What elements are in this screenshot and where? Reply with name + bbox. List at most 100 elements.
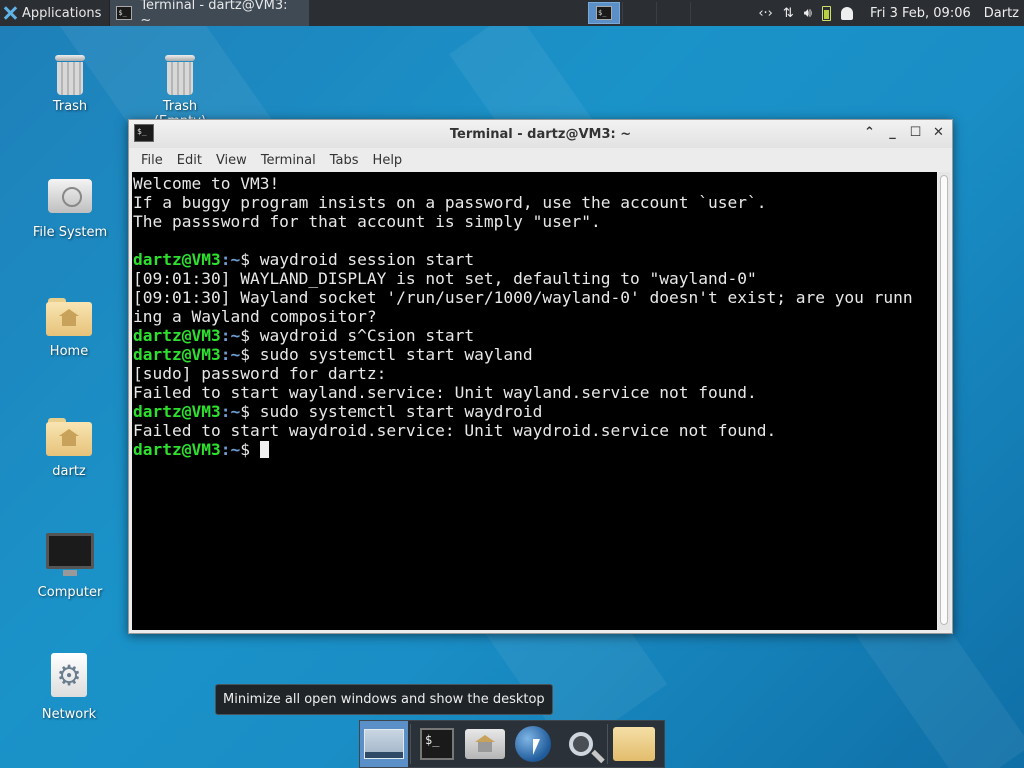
workspace-1-button[interactable]: $_ — [588, 2, 620, 24]
terminal-line: Failed to start wayland.service: Unit wa… — [133, 383, 757, 402]
dock-separator — [410, 724, 411, 764]
prompt-symbol: $ — [240, 326, 260, 345]
scrollbar-thumb[interactable] — [940, 175, 948, 625]
terminal-line: Welcome to VM3! — [133, 174, 280, 193]
desktop-icon-file-system[interactable]: File System — [25, 179, 115, 240]
terminal-scrollbar[interactable] — [938, 172, 950, 630]
applications-menu[interactable]: Applications — [0, 0, 107, 26]
terminal-window: $_ Terminal - dartz@VM3: ~ ⌃ _ ☐ ✕ File … — [128, 119, 953, 634]
prompt-path: :~ — [220, 345, 241, 364]
desktop-icon-home[interactable]: Home — [24, 298, 114, 359]
menu-help[interactable]: Help — [366, 153, 410, 168]
dock-folder-launcher[interactable] — [610, 721, 658, 767]
folder-icon — [613, 727, 655, 761]
applications-label: Applications — [22, 5, 102, 21]
menu-tabs[interactable]: Tabs — [323, 153, 366, 168]
desktop-icon-label: Computer — [37, 585, 103, 600]
command: sudo systemctl start wayland — [259, 345, 533, 364]
command: waydroid s^Csion start — [259, 326, 475, 345]
prompt-user: dartz@VM3 — [133, 326, 221, 345]
taskbar-terminal-button[interactable]: $_ Terminal - dartz@VM3: ~ — [109, 0, 310, 28]
dock-separator — [607, 724, 608, 764]
terminal-icon: $_ — [116, 6, 133, 20]
prompt-user: dartz@VM3 — [133, 345, 221, 364]
user-folder-icon — [46, 418, 92, 456]
taskbar-terminal-title: Terminal - dartz@VM3: ~ — [140, 0, 288, 28]
desktop-icon-computer[interactable]: Computer — [25, 533, 115, 600]
desktop-icon-trash[interactable]: Trash — [25, 55, 115, 114]
desktop-icon-label: Trash — [52, 99, 88, 114]
terminal-output[interactable]: Welcome to VM3! If a buggy program insis… — [132, 172, 937, 630]
window-title: Terminal - dartz@VM3: ~ — [449, 126, 632, 142]
prompt-path: :~ — [220, 250, 241, 269]
shade-button[interactable]: ⌃ — [862, 124, 877, 142]
prompt-symbol: $ — [240, 250, 260, 269]
show-desktop-button[interactable] — [360, 721, 408, 767]
prompt-path: :~ — [220, 326, 241, 345]
battery-icon[interactable] — [817, 0, 836, 26]
show-desktop-tooltip: Minimize all open windows and show the d… — [215, 684, 553, 715]
prompt-path: :~ — [220, 402, 241, 421]
menu-edit[interactable]: Edit — [170, 153, 209, 168]
menu-view[interactable]: View — [209, 153, 254, 168]
transfer-icon[interactable]: ⇅ — [778, 0, 799, 26]
workspace-4-button[interactable] — [690, 2, 722, 24]
magnifier-icon — [569, 732, 593, 756]
network-arrows-icon[interactable]: ‹·› — [753, 0, 778, 26]
desktop-icon-label: Network — [41, 707, 97, 722]
xfce-logo-icon — [2, 5, 18, 21]
maximize-button[interactable]: ☐ — [908, 124, 923, 142]
workspace-3-button[interactable] — [656, 2, 688, 24]
dock-terminal-launcher[interactable]: $_ — [413, 721, 461, 767]
prompt-user: dartz@VM3 — [133, 402, 221, 421]
notification-bell-icon[interactable] — [836, 0, 858, 26]
home-icon — [465, 729, 505, 759]
desktop-icon-dartz[interactable]: dartz — [24, 418, 114, 479]
dock-file-manager-launcher[interactable] — [461, 721, 509, 767]
window-titlebar[interactable]: $_ Terminal - dartz@VM3: ~ ⌃ _ ☐ ✕ — [129, 120, 952, 148]
trash-empty-icon — [165, 55, 195, 95]
prompt-user: dartz@VM3 — [133, 250, 221, 269]
network-gear-icon: ⚙ — [51, 653, 87, 697]
terminal-line: The passsword for that account is simply… — [133, 212, 601, 231]
home-folder-icon — [46, 298, 92, 336]
minimize-button[interactable]: _ — [885, 124, 900, 142]
text-cursor — [259, 441, 269, 458]
desktop-icon-network[interactable]: ⚙ Network — [24, 653, 114, 722]
desktop-icon-trash-empty[interactable]: Trash (Empty) — [135, 55, 225, 129]
terminal-window-icon[interactable]: $_ — [134, 124, 154, 142]
menu-terminal[interactable]: Terminal — [254, 153, 323, 168]
hard-drive-icon — [48, 179, 92, 213]
prompt-symbol: $ — [240, 402, 260, 421]
workspace-terminal-icon: $_ — [596, 6, 612, 20]
menu-file[interactable]: File — [134, 153, 170, 168]
terminal-line: ing a Wayland compositor? — [133, 307, 377, 326]
computer-monitor-icon — [46, 533, 94, 576]
system-tray: ‹·› ⇅ 🔊︎ Fri 3 Feb, 09:06 Dartz — [753, 0, 1024, 26]
terminal-line: [09:01:30] WAYLAND_DISPLAY is not set, d… — [133, 269, 757, 288]
desktop-icon-label: dartz — [52, 464, 86, 479]
terminal-line: [sudo] password for dartz: — [133, 364, 387, 383]
close-button[interactable]: ✕ — [931, 124, 946, 142]
prompt-symbol: $ — [240, 440, 260, 459]
prompt-path: :~ — [220, 440, 241, 459]
prompt-user: dartz@VM3 — [133, 440, 221, 459]
clock[interactable]: Fri 3 Feb, 09:06 — [858, 0, 979, 26]
terminal-line: [09:01:30] Wayland socket '/run/user/100… — [133, 288, 913, 307]
show-desktop-icon — [364, 729, 404, 759]
user-menu[interactable]: Dartz — [979, 0, 1024, 26]
mouse-pointer-icon — [533, 739, 540, 755]
terminal-line: If a buggy program insists on a password… — [133, 193, 767, 212]
command: sudo systemctl start waydroid — [259, 402, 543, 421]
volume-icon[interactable]: 🔊︎ — [799, 0, 817, 26]
desktop-icon-label: Home — [49, 344, 89, 359]
command: waydroid session start — [259, 250, 475, 269]
desktop-icon-label: File System — [32, 225, 108, 240]
terminal-icon: $_ — [420, 728, 454, 760]
workspace-2-button[interactable] — [622, 2, 654, 24]
dock-app-finder-launcher[interactable] — [557, 721, 605, 767]
dock-web-browser-launcher[interactable] — [509, 721, 557, 767]
window-controls: ⌃ _ ☐ ✕ — [862, 124, 946, 142]
trash-icon — [55, 55, 85, 95]
bottom-dock: $_ — [359, 720, 665, 768]
